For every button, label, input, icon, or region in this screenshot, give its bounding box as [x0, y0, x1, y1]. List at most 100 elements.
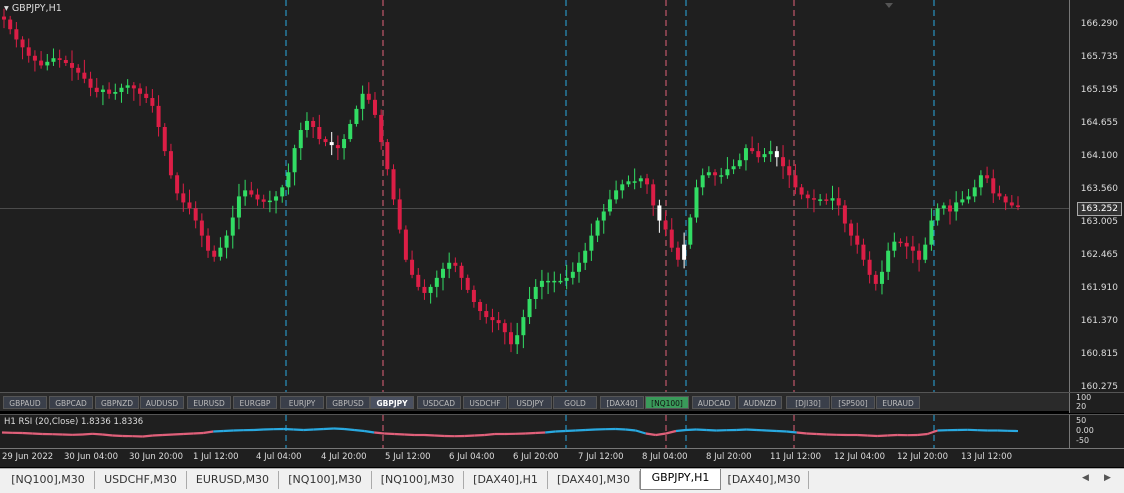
rsi-line-segment: [777, 431, 787, 432]
chart-tab[interactable]: EURUSD,M30: [187, 471, 279, 489]
candle: [33, 50, 37, 71]
time-tick-label: 30 Jun 04:00: [64, 452, 118, 462]
candle: [886, 243, 890, 280]
candle: [237, 184, 241, 229]
tab-scroll-left-icon[interactable]: ◀: [1082, 473, 1089, 483]
rsi-line-segment: [193, 433, 203, 434]
symbol-button-usdchf[interactable]: USDCHF: [463, 396, 507, 409]
symbol-button-gbpcad[interactable]: GBPCAD: [49, 396, 93, 409]
candle: [249, 182, 253, 197]
chart-tab[interactable]: [DAX40],M30: [548, 471, 640, 489]
time-tick-label: 4 Jul 20:00: [321, 452, 367, 462]
candle: [528, 287, 532, 324]
symbol-button-gold[interactable]: GOLD: [553, 396, 597, 409]
symbol-button-audcad[interactable]: AUDCAD: [692, 396, 736, 409]
candle: [39, 51, 43, 69]
time-tick-label: 12 Jul 04:00: [834, 452, 885, 462]
candle: [936, 203, 940, 225]
chart-shift-marker-icon[interactable]: [885, 3, 893, 8]
rsi-indicator-pane[interactable]: H1 RSI (20,Close) 1.8336 1.8336: [0, 414, 1070, 449]
candle: [670, 218, 674, 252]
candle: [132, 82, 136, 101]
symbol-button-eurjpy[interactable]: EURJPY: [280, 396, 324, 409]
chart-tab-bar: ◀ ▶ [NQ100],M30USDCHF,M30EURUSD,M30[NQ10…: [0, 468, 1124, 493]
candle: [453, 257, 457, 272]
rsi-line-segment: [404, 435, 414, 436]
rsi-line-segment: [93, 434, 103, 435]
rsi-line-segment: [32, 434, 42, 435]
candle: [126, 79, 130, 94]
candle: [868, 251, 872, 283]
time-axis[interactable]: 29 Jun 202230 Jun 04:0030 Jun 20:001 Jul…: [0, 448, 1124, 467]
rsi-line-segment: [294, 430, 304, 431]
rsi-line-segment: [153, 435, 163, 436]
time-tick-label: 6 Jul 04:00: [449, 452, 495, 462]
candle: [200, 213, 204, 247]
symbol-button-dax40[interactable]: [DAX40]: [600, 396, 644, 409]
symbol-button-gbpaud[interactable]: GBPAUD: [3, 396, 47, 409]
symbol-button-eurusd[interactable]: EURUSD: [187, 396, 231, 409]
candle: [305, 112, 309, 137]
symbol-button-eurgbp[interactable]: EURGBP: [233, 396, 277, 409]
candle: [738, 154, 742, 169]
rsi-line-segment: [475, 435, 485, 436]
time-tick-label: 29 Jun 2022: [2, 452, 53, 462]
candle: [954, 191, 958, 220]
symbol-button-gbpusd[interactable]: GBPUSD: [326, 396, 370, 409]
rsi-line-segment: [213, 431, 223, 432]
candle: [286, 163, 290, 194]
candle: [324, 136, 328, 146]
price-chart-canvas[interactable]: [0, 0, 1070, 392]
rsi-line-segment: [334, 429, 344, 430]
candle: [552, 272, 556, 293]
symbol-button-euraud[interactable]: EURAUD: [876, 396, 920, 409]
candle: [960, 191, 964, 205]
candle: [330, 132, 334, 155]
candle: [806, 191, 810, 209]
time-tick-label: 8 Jul 20:00: [706, 452, 752, 462]
rsi-line-segment: [103, 435, 113, 436]
symbol-button-dji30[interactable]: [DJI30]: [786, 396, 830, 409]
symbol-timeframe-label: GBPJPY,H1: [12, 3, 62, 14]
main-chart-pane[interactable]: ▾ GBPJPY,H1 166.290165.735165.195164.655…: [0, 0, 1124, 393]
rsi-line-segment: [183, 434, 193, 435]
candle: [787, 160, 791, 188]
rsi-line-segment: [163, 435, 173, 436]
candle: [861, 239, 865, 266]
symbol-button-nq100[interactable]: [NQ100]: [645, 396, 689, 409]
candle: [416, 268, 420, 290]
candle: [169, 144, 173, 179]
price-axis[interactable]: 166.290165.735165.195164.655164.100163.5…: [1069, 0, 1124, 392]
rsi-line-segment: [203, 432, 213, 434]
symbol-button-gbpnzd[interactable]: GBPNZD: [95, 396, 139, 409]
chart-tab[interactable]: USDCHF,M30: [95, 471, 187, 489]
chart-tab[interactable]: [NQ100],M30: [279, 471, 372, 489]
rsi-canvas[interactable]: [0, 415, 1070, 449]
candle: [843, 200, 847, 232]
rsi-line-segment: [585, 430, 595, 431]
tab-scroll-right-icon[interactable]: ▶: [1104, 473, 1111, 483]
chart-tab[interactable]: [DAX40],H1: [464, 471, 548, 489]
symbol-button-gbpjpy[interactable]: GBPJPY: [370, 396, 414, 409]
symbol-button-sp500[interactable]: [SP500]: [831, 396, 875, 409]
chart-tab[interactable]: GBPJPY,H1: [640, 469, 721, 490]
chart-tab[interactable]: [DAX40],M30: [720, 471, 809, 489]
symbol-button-usdjpy[interactable]: USDJPY: [508, 396, 552, 409]
candle: [293, 145, 297, 186]
symbol-button-audnzd[interactable]: AUDNZD: [738, 396, 782, 409]
symbol-button-usdcad[interactable]: USDCAD: [417, 396, 461, 409]
time-tick-label: 8 Jul 04:00: [642, 452, 688, 462]
chart-menu-icon[interactable]: ▾: [4, 3, 9, 14]
chart-tab[interactable]: [NQ100],M30: [2, 471, 95, 489]
price-tick-label: 160.815: [1081, 349, 1118, 359]
candle: [645, 174, 649, 194]
price-tick-label: 161.370: [1081, 316, 1118, 326]
symbol-button-audusd[interactable]: AUDUSD: [140, 396, 184, 409]
candle: [354, 106, 358, 127]
rsi-line-segment: [485, 434, 495, 435]
chart-tab[interactable]: [NQ100],M30: [372, 471, 464, 489]
candle: [51, 48, 55, 65]
price-tick-label: 166.290: [1081, 19, 1118, 29]
rsi-axis[interactable]: 50 0.00 -50: [1069, 414, 1124, 449]
rsi-line-segment: [304, 430, 314, 431]
